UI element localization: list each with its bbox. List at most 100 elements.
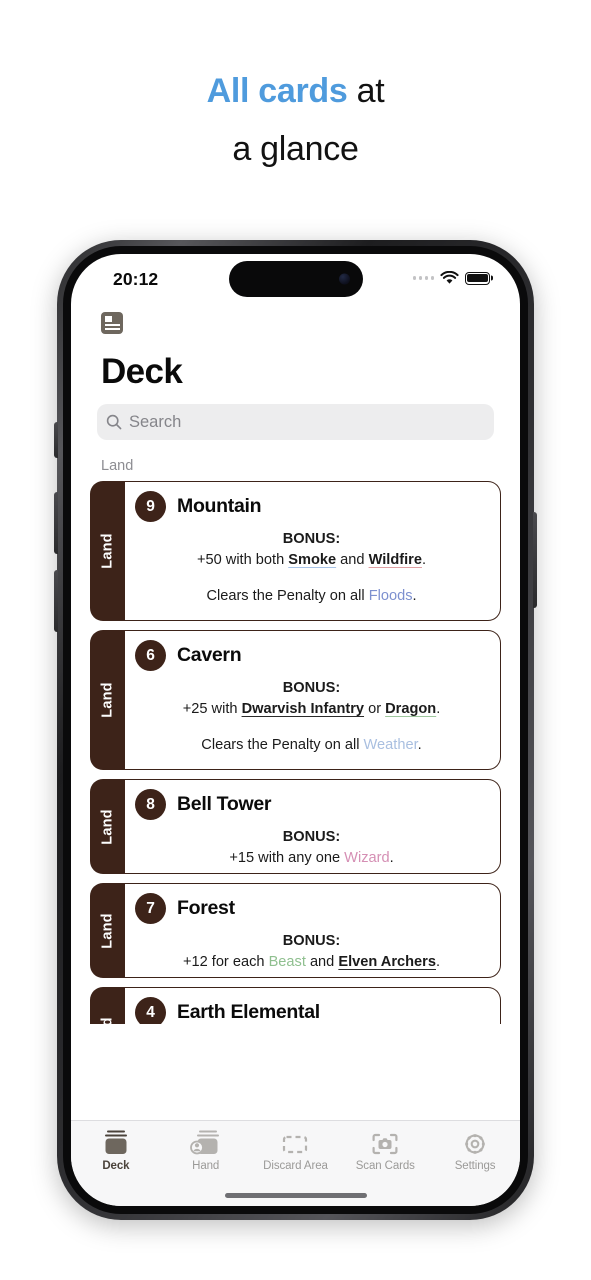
card-number-badge: 6 [135,640,166,671]
bonus-suffix: . [389,850,394,867]
card-body: 8 Bell Tower BONUS: +15 with any one Wiz… [125,779,501,874]
card-category-strip: Land [90,481,125,621]
status-bar: 20:12 [71,254,520,308]
wifi-icon [440,271,459,284]
bonus-suffix: . [435,954,441,971]
penalty-token-floods[interactable]: Floods [369,588,413,604]
tab-label: Discard Area [263,1160,328,1172]
card-category-strip: Land [90,630,125,770]
card-number-badge: 7 [135,893,166,924]
phone-mockup: 20:12 Deck Search Land Land 9 Mountain B… [54,240,537,1220]
card-body: 9 Mountain BONUS: +50 with both Smoke an… [125,481,501,621]
penalty-prefix: Clears the Penalty on all [201,737,364,754]
status-time: 20:12 [113,269,159,289]
bonus-token-elven-archers[interactable]: Elven Archers [338,954,436,970]
deck-card-list[interactable]: Land Land 9 Mountain BONUS: +50 with bot… [71,458,520,1024]
card-penalty-line: Clears the Penalty on all Weather. [135,737,488,753]
gear-icon [458,1129,492,1156]
bonus-token-dragon[interactable]: Dragon [385,701,436,717]
camera-scan-icon [368,1129,402,1156]
card-document-icon[interactable] [101,312,123,334]
tab-label: Settings [454,1160,496,1172]
home-indicator[interactable] [224,1193,367,1198]
card-body: 4 Earth Elemental BONUS: [125,987,501,1024]
card-category-label: Land [99,912,116,949]
card-header: 6 Cavern [135,640,488,671]
penalty-suffix: . [412,588,417,605]
card-title: Forest [177,897,235,919]
table-row[interactable]: Land 9 Mountain BONUS: +50 with both Smo… [90,481,501,621]
bonus-label: BONUS: [282,531,341,547]
bonus-token-wizard[interactable]: Wizard [344,850,389,866]
status-indicators [412,271,490,285]
dashed-rectangle-icon [278,1129,312,1156]
card-bonus-block: BONUS: +50 with both Smoke and Wildfire. [135,529,488,571]
table-row[interactable]: Land 7 Forest BONUS: +12 for each Beast … [90,883,501,978]
card-title: Mountain [177,495,262,517]
headline-accent-text: All cards [206,72,348,110]
bonus-token-smoke[interactable]: Smoke [288,552,336,568]
marketing-headline: All cards at a glance [0,0,591,179]
bonus-prefix: +50 with both [196,552,289,569]
card-deck-icon [99,1129,133,1156]
card-header: 8 Bell Tower [135,789,488,820]
bonus-label: BONUS: [282,829,341,845]
card-category-label: Land [100,1017,116,1024]
page-title: Deck [101,352,183,391]
volume-up-button[interactable] [54,492,58,554]
penalty-suffix: . [417,737,422,754]
section-header-land: Land [101,458,134,474]
bonus-token-wildfire[interactable]: Wildfire [369,552,422,568]
search-field[interactable]: Search [97,404,494,440]
card-header: 7 Forest [135,893,488,924]
card-number-badge: 8 [135,789,166,820]
card-category-strip: Land [90,779,125,874]
bonus-token-beast[interactable]: Beast [269,954,306,970]
front-camera-icon [338,273,350,285]
bonus-prefix: +15 with any one [229,850,345,867]
card-category-strip: Land [90,987,125,1024]
card-number-badge: 4 [135,997,166,1024]
bonus-text: +25 with Dwarvish Infantry or Dragon. [135,699,488,720]
search-bar: Search [71,392,520,440]
bonus-label: BONUS: [282,680,341,696]
cellular-dots-icon [412,276,434,280]
mute-switch[interactable] [54,422,58,458]
card-hand-person-icon [189,1129,223,1156]
card-title: Cavern [177,644,242,666]
card-body: 7 Forest BONUS: +12 for each Beast and E… [125,883,501,978]
dynamic-island [228,261,363,297]
table-row[interactable]: Land 6 Cavern BONUS: +25 with Dwarvish I… [90,630,501,770]
card-category-label: Land [99,533,116,569]
tab-label: Deck [102,1160,130,1172]
bonus-suffix: . [421,552,427,569]
card-title: Earth Elemental [177,1001,320,1023]
search-icon [106,414,122,430]
bonus-middle: or [364,701,386,718]
bonus-middle: and [305,954,339,971]
card-body: 6 Cavern BONUS: +25 with Dwarvish Infant… [125,630,501,770]
tab-settings[interactable]: Settings [430,1129,520,1206]
tab-deck[interactable]: Deck [71,1129,161,1206]
card-number-badge: 9 [135,491,166,522]
penalty-token-weather[interactable]: Weather [364,737,418,753]
tab-bar: Deck Hand Discard Area Scan Cards Settin… [71,1120,520,1206]
bonus-token-dwarvish-infantry[interactable]: Dwarvish Infantry [242,701,364,717]
card-title: Bell Tower [177,793,272,815]
bonus-text: +15 with any one Wizard. [135,848,488,869]
card-bonus-block: BONUS: +15 with any one Wizard. [135,827,488,869]
power-button[interactable] [533,512,537,608]
table-row[interactable]: Land 4 Earth Elemental BONUS: [90,987,501,1024]
nav-icon-row [71,312,520,346]
tab-label: Hand [192,1160,220,1172]
penalty-prefix: Clears the Penalty on all [206,588,369,605]
table-row[interactable]: Land 8 Bell Tower BONUS: +15 with any on… [90,779,501,874]
card-bonus-block: BONUS: +25 with Dwarvish Infantry or Dra… [135,678,488,720]
bonus-prefix: +25 with [182,701,242,718]
card-category-label: Land [99,682,116,718]
headline-rest-text: at [347,72,385,110]
volume-down-button[interactable] [54,570,58,632]
card-bonus-block: BONUS: +12 for each Beast and Elven Arch… [135,931,488,973]
card-header: 9 Mountain [135,491,488,522]
phone-screen: 20:12 Deck Search Land Land 9 Mountain B… [71,254,520,1206]
